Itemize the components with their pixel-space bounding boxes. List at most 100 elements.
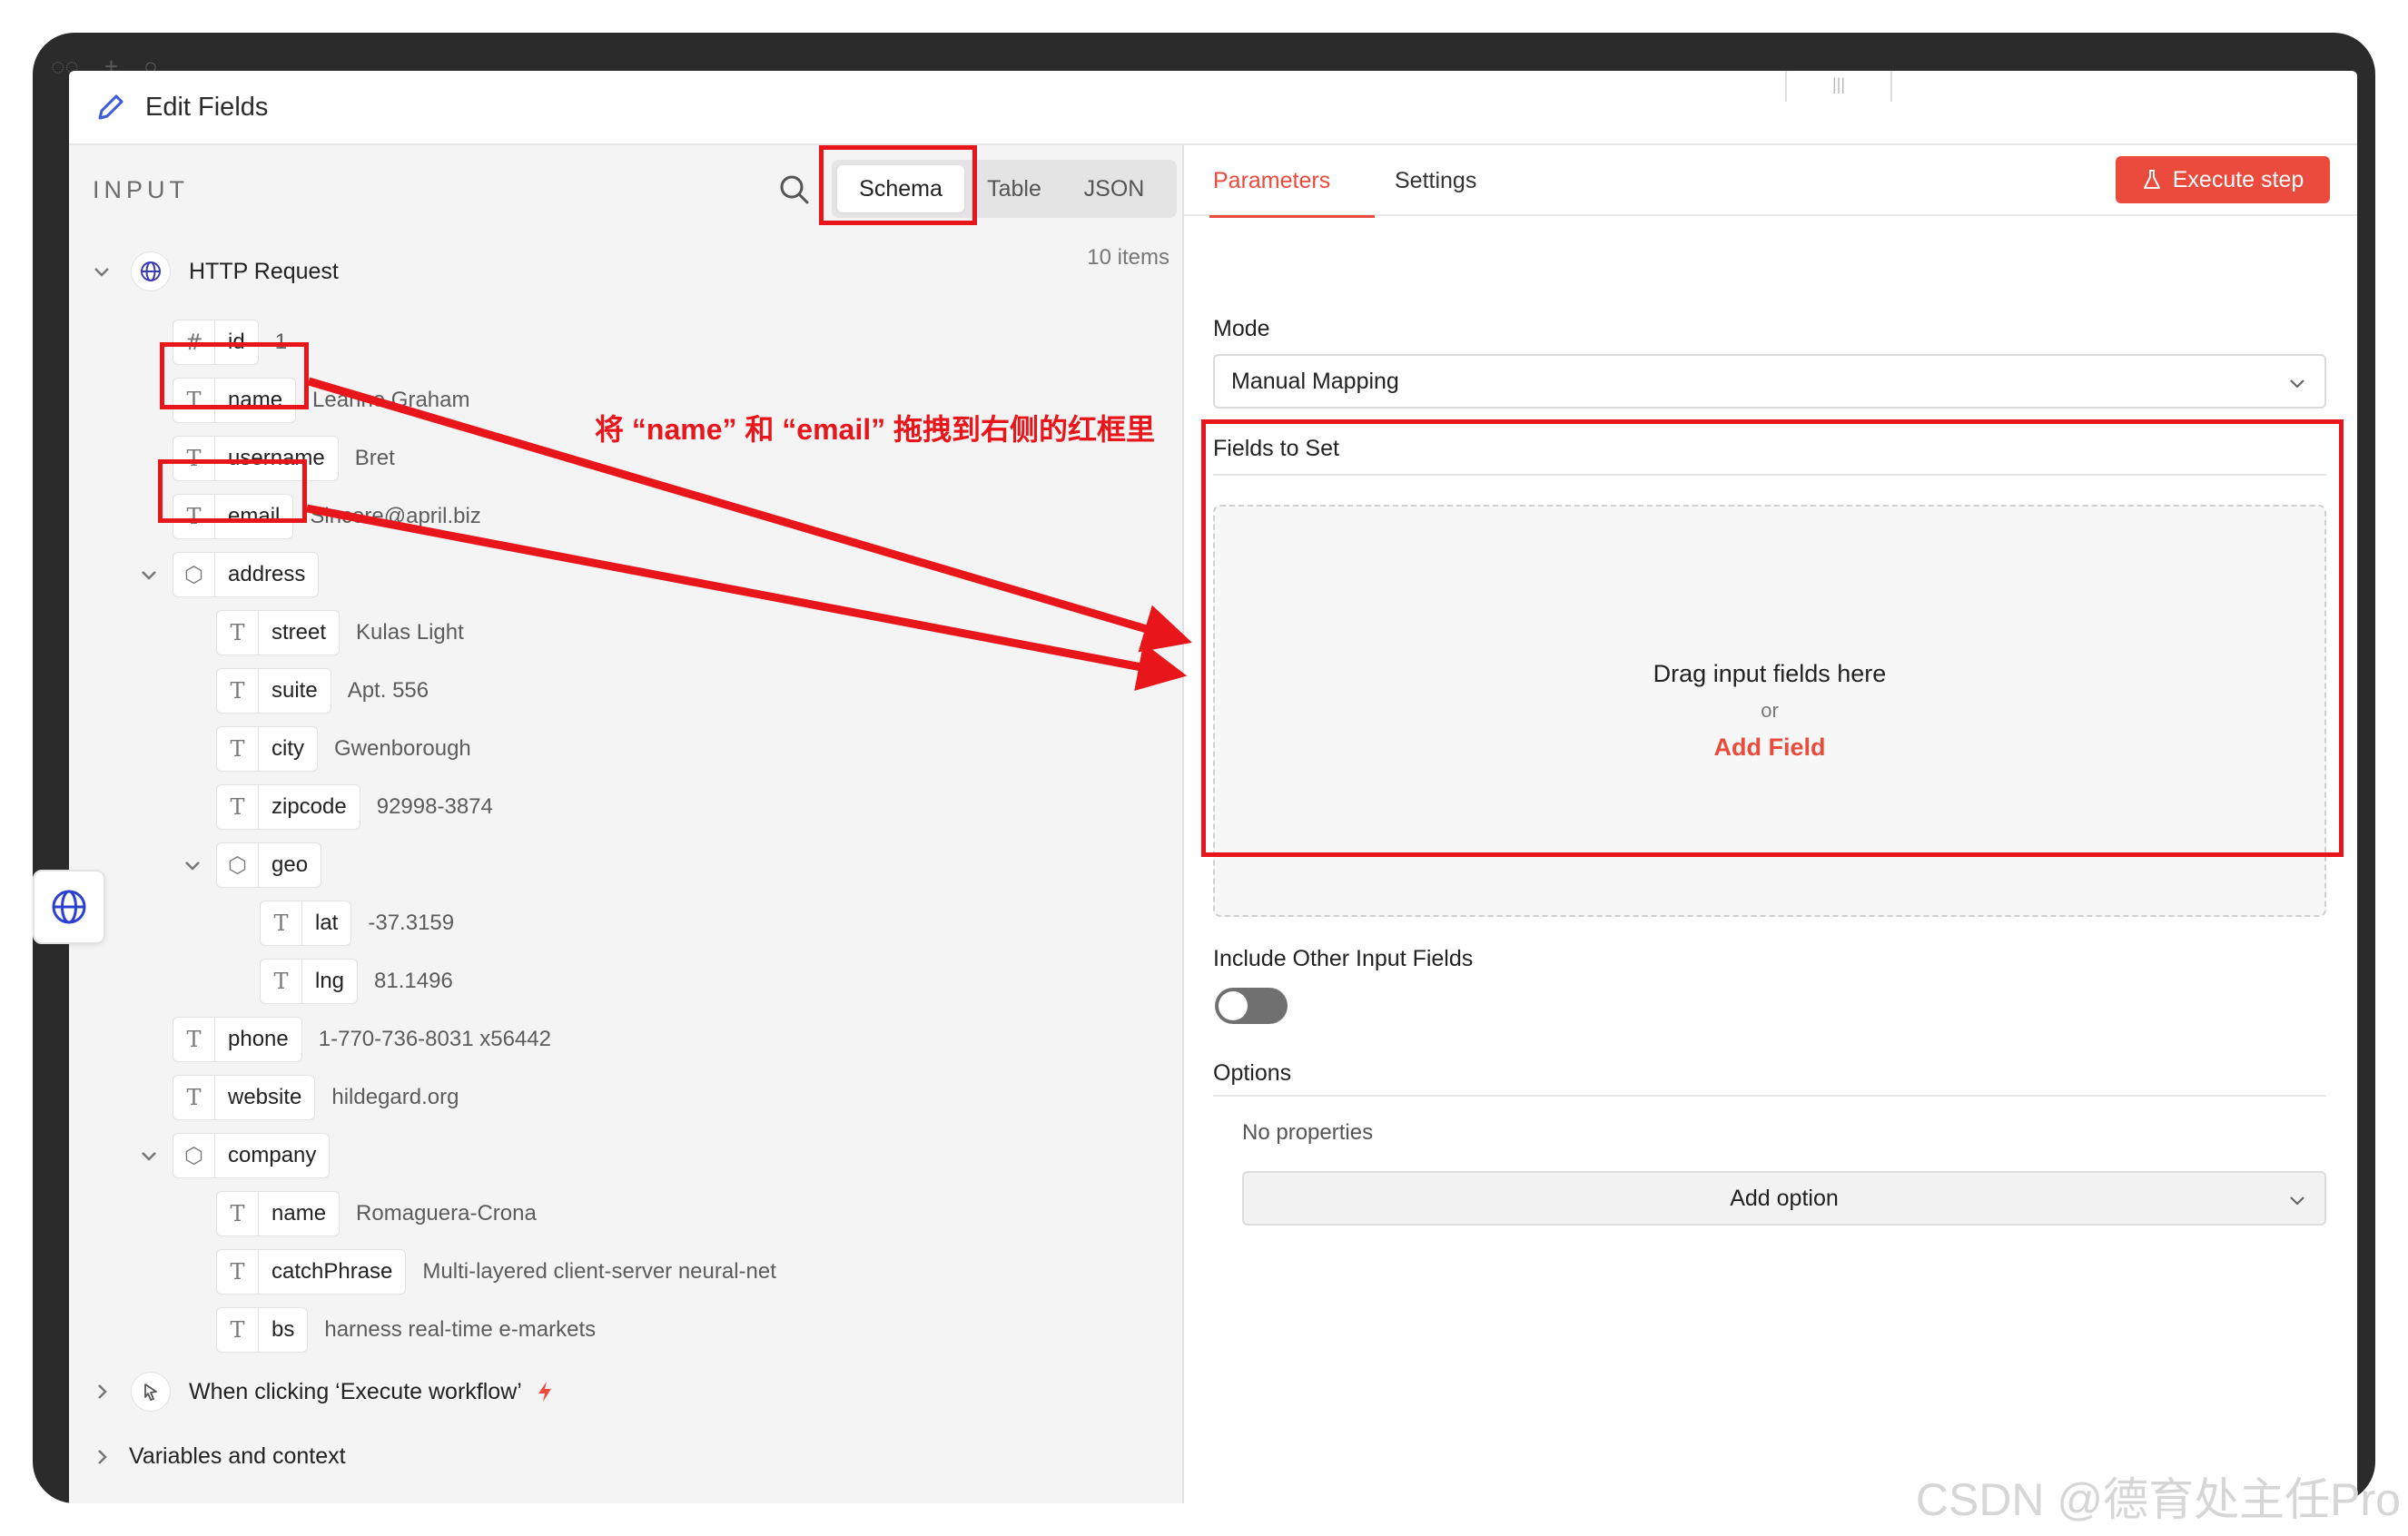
text-type-icon: T <box>261 901 302 945</box>
view-tab-table[interactable]: Table <box>964 165 1064 212</box>
field-row-website[interactable]: Twebsite hildegard.org <box>173 1073 459 1122</box>
field-pill[interactable]: Tsuite <box>216 668 331 714</box>
chevron-right-icon[interactable] <box>91 1381 113 1403</box>
field-row-city[interactable]: Tcity Gwenborough <box>216 724 471 773</box>
watermark: CSDN @德育处主任Pro <box>1915 1474 2401 1525</box>
node-title: HTTP Request <box>189 258 339 284</box>
field-key: lat <box>315 911 339 935</box>
field-pill[interactable]: ⬡ company <box>173 1133 331 1178</box>
field-pill[interactable]: Tlng <box>260 959 359 1004</box>
param-tabs: Parameters Settings Execute step <box>1184 145 2357 218</box>
lightning-icon <box>538 1382 551 1402</box>
field-key: name <box>271 1201 327 1226</box>
field-pill[interactable]: ⬡ address <box>173 552 320 597</box>
field-row-lng[interactable]: Tlng 81.1496 <box>260 957 453 1006</box>
field-value: 1-770-736-8031 x56442 <box>318 1027 551 1051</box>
globe-node-button[interactable] <box>33 870 105 944</box>
view-tab-json[interactable]: JSON <box>1064 165 1164 212</box>
variables-context-row[interactable]: Variables and context <box>91 1443 346 1470</box>
chevron-down-icon[interactable] <box>138 564 160 586</box>
no-properties-text: No properties <box>1242 1120 1374 1145</box>
field-row-bs[interactable]: Tbs harness real-time e-markets <box>216 1305 596 1354</box>
field-row-street[interactable]: Tstreet Kulas Light <box>216 608 464 657</box>
field-value: hildegard.org <box>331 1085 459 1109</box>
text-type-icon: T <box>261 960 302 1003</box>
node-http-request[interactable]: HTTP Request <box>91 247 339 296</box>
field-value: Apt. 556 <box>347 678 429 703</box>
field-pill[interactable]: Tphone <box>173 1017 302 1062</box>
modal-header: Edit Fields <box>69 71 2357 145</box>
toggle-knob <box>1219 991 1248 1020</box>
options-label: Options <box>1213 1060 1292 1086</box>
text-type-icon: T <box>217 1250 259 1294</box>
chevron-down-icon <box>2290 1196 2304 1206</box>
field-key: phone <box>228 1027 289 1051</box>
field-key: website <box>228 1085 302 1109</box>
add-option-select[interactable]: Add option <box>1242 1171 2326 1226</box>
chevron-right-icon[interactable] <box>91 1446 113 1468</box>
field-row-address[interactable]: ⬡ address <box>138 550 320 599</box>
field-value: 92998-3874 <box>376 794 493 819</box>
field-value: Bret <box>354 446 395 470</box>
field-row-phone[interactable]: Tphone 1-770-736-8031 x56442 <box>173 1015 551 1064</box>
field-pill[interactable]: Tlat <box>260 901 352 946</box>
annotation-box-name <box>160 342 309 409</box>
field-row-catchphrase[interactable]: TcatchPhrase Multi-layered client-server… <box>216 1247 776 1296</box>
field-value: 81.1496 <box>374 969 453 993</box>
field-pill[interactable]: TcatchPhrase <box>216 1249 407 1295</box>
text-type-icon: T <box>217 1192 259 1236</box>
field-value: harness real-time e-markets <box>324 1317 597 1342</box>
mode-value: Manual Mapping <box>1231 368 1399 394</box>
text-type-icon: T <box>217 785 259 829</box>
tab-settings[interactable]: Settings <box>1395 145 1476 216</box>
chevron-down-icon[interactable] <box>182 854 203 876</box>
panel-drag-handle[interactable]: ||| <box>1785 71 1892 102</box>
globe-icon <box>52 890 86 924</box>
flask-icon <box>2143 170 2160 189</box>
field-row-lat[interactable]: Tlat -37.3159 <box>260 899 454 948</box>
annotation-box-dropzone <box>1201 419 2344 857</box>
field-row-zipcode[interactable]: Tzipcode 92998-3874 <box>216 783 493 832</box>
field-value: Leanne Graham <box>312 388 470 412</box>
add-option-label: Add option <box>1730 1185 1839 1211</box>
include-other-toggle[interactable] <box>1215 988 1288 1024</box>
field-key: catchPhrase <box>271 1259 393 1284</box>
chevron-down-icon[interactable] <box>91 261 113 282</box>
field-row-suite[interactable]: Tsuite Apt. 556 <box>216 666 429 715</box>
object-cube-icon: ⬡ <box>217 843 259 887</box>
field-value: Gwenborough <box>334 736 471 761</box>
field-pill[interactable]: Tcity <box>216 726 318 772</box>
field-pill[interactable]: Tbs <box>216 1307 309 1353</box>
field-value: -37.3159 <box>368 911 455 935</box>
field-pill[interactable]: Tname <box>216 1191 340 1236</box>
tab-parameters[interactable]: Parameters <box>1209 145 1375 218</box>
annotation-box-email <box>158 459 307 523</box>
field-pill[interactable]: Tstreet <box>216 610 340 655</box>
divider <box>1213 1095 2326 1097</box>
text-type-icon: T <box>217 727 259 771</box>
object-cube-icon: ⬡ <box>173 553 215 596</box>
text-type-icon: T <box>217 669 259 713</box>
pencil-icon <box>98 94 123 120</box>
search-icon[interactable] <box>777 172 812 207</box>
field-value: Multi-layered client-server neural-net <box>422 1259 776 1284</box>
field-value: Romaguera-Crona <box>356 1201 537 1226</box>
field-pill[interactable]: ⬡ geo <box>216 842 322 888</box>
field-pill[interactable]: Tzipcode <box>216 784 360 830</box>
node-trigger[interactable]: When clicking ‘Execute workflow’ <box>91 1367 555 1416</box>
field-value: Sincere@april.biz <box>310 504 481 528</box>
cursor-click-icon <box>131 1372 171 1412</box>
chevron-down-icon[interactable] <box>138 1145 160 1167</box>
mode-select[interactable]: Manual Mapping <box>1213 354 2326 409</box>
execute-step-label: Execute step <box>2172 166 2304 192</box>
execute-step-button[interactable]: Execute step <box>2116 156 2330 203</box>
field-row-geo[interactable]: ⬡ geo <box>182 841 322 890</box>
text-type-icon: T <box>173 1076 215 1119</box>
field-row-company[interactable]: ⬡ company <box>138 1131 331 1180</box>
field-row-company-name[interactable]: Tname Romaguera-Crona <box>216 1189 537 1238</box>
chevron-down-icon <box>2290 379 2304 389</box>
field-value: Kulas Light <box>356 620 464 645</box>
field-pill[interactable]: Twebsite <box>173 1075 316 1120</box>
field-key: suite <box>271 678 318 703</box>
object-cube-icon: ⬡ <box>173 1134 215 1177</box>
